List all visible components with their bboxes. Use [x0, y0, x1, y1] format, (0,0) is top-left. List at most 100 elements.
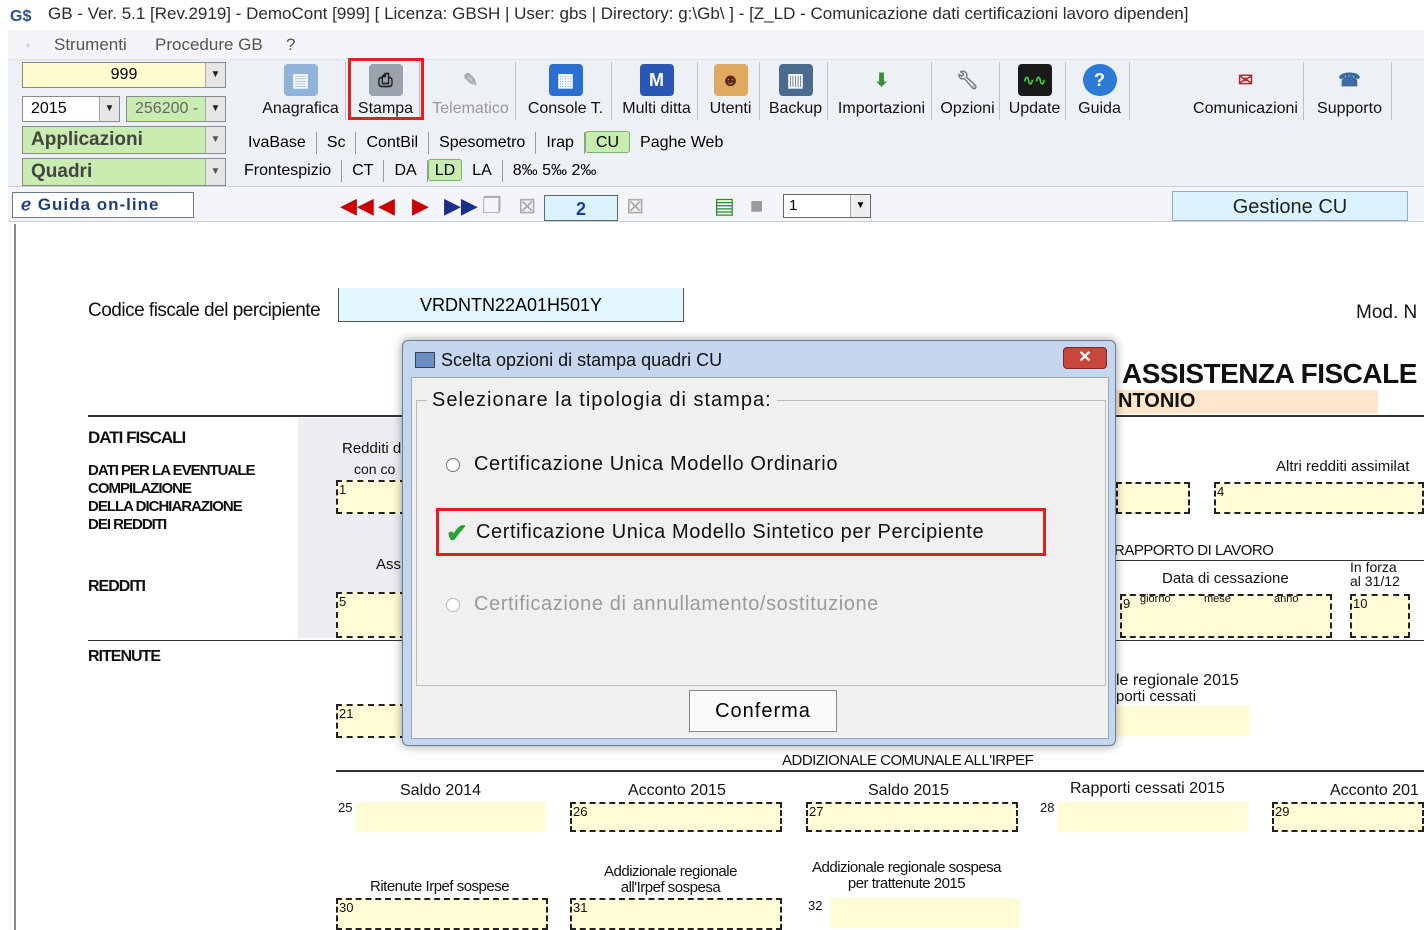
console-label: Console T. [527, 100, 604, 117]
last-page-icon[interactable]: ▶▶ [444, 195, 478, 217]
tab-irap[interactable]: Irap [536, 132, 585, 154]
menu-bar: ◦ Strumenti Procedure GB ? [8, 30, 1424, 60]
tab-per-mille[interactable]: 8‰ 5‰ 2‰ [503, 160, 607, 182]
console-button[interactable]: ▦ Console T. [520, 62, 612, 120]
close-icon[interactable]: ✕ [1063, 347, 1107, 369]
dialog-title-text: Scelta opzioni di stampa quadri CU [441, 350, 723, 370]
tab-sc[interactable]: Sc [317, 132, 357, 154]
field-32-number: 32 [808, 898, 823, 913]
anno-label: anno [1274, 593, 1299, 605]
altri-redditi-label: Altri redditi assimilat [1276, 458, 1410, 475]
field-1[interactable] [336, 480, 406, 514]
quadri-select[interactable]: Quadri ▼ [22, 158, 226, 186]
telematico-button[interactable]: ✎ Telematico [426, 62, 516, 120]
tab-cu[interactable]: CU [584, 131, 631, 153]
option-sintetico[interactable]: ✔ Certificazione Unica Modello Sintetico … [446, 520, 984, 546]
tab-paghe-web[interactable]: Paghe Web [630, 132, 733, 154]
title-bar: G$ GB - Ver. 5.1 [Rev.2919] - DemoCont [… [0, 0, 1424, 30]
opzioni-button[interactable]: 🔧︎ Opzioni [936, 62, 1000, 120]
chevron-down-icon[interactable]: ▼ [205, 127, 225, 153]
field-26[interactable] [570, 802, 782, 832]
backup-button[interactable]: ▥ Backup [764, 62, 828, 120]
field-27[interactable] [806, 802, 1018, 832]
field-30[interactable] [336, 898, 548, 930]
field-29[interactable] [1272, 802, 1424, 832]
system-menu-icon[interactable]: ◦ [26, 30, 30, 60]
previous-page-icon[interactable]: ◀ [378, 195, 395, 217]
menu-procedure-gb[interactable]: Procedure GB [155, 30, 263, 60]
chevron-down-icon[interactable]: ▼ [99, 97, 119, 121]
stop-icon[interactable]: ■ [750, 195, 763, 217]
field-32[interactable] [830, 898, 1020, 928]
name-label: NTONIO [1118, 390, 1196, 412]
tab-ld[interactable]: LD [427, 159, 463, 181]
field-4[interactable] [1214, 482, 1424, 514]
field-9-number: 9 [1123, 596, 1131, 611]
comunicazioni-button[interactable]: ✉ Comunicazioni [1188, 62, 1304, 120]
giorno-label: giorno [1140, 593, 1171, 605]
field-5[interactable] [336, 592, 406, 638]
tab-la[interactable]: LA [462, 160, 503, 182]
option-ordinario[interactable]: Certificazione Unica Modello Ordinario [446, 452, 838, 476]
chevron-down-icon[interactable]: ▼ [205, 97, 225, 121]
update-icon: ∿∿ [1017, 64, 1052, 96]
field-31-number: 31 [573, 900, 588, 915]
page-number-field[interactable]: 2 [544, 195, 618, 221]
field-28[interactable] [1058, 802, 1248, 832]
menu-strumenti[interactable]: Strumenti [54, 30, 127, 60]
field-4-number: 4 [1217, 484, 1225, 499]
rapporto-label: RAPPORTO DI LAVORO [1114, 542, 1274, 559]
saldo-2014-label: Saldo 2014 [400, 782, 481, 799]
field-31[interactable] [570, 898, 782, 930]
option-annullamento[interactable]: Certificazione di annullamento/sostituzi… [446, 592, 879, 616]
guida-button[interactable]: ? Guida [1070, 62, 1130, 120]
radio-annullamento[interactable] [446, 597, 460, 612]
first-page-icon[interactable]: ◀◀ [340, 195, 374, 217]
new-page-icon[interactable]: ❐ [482, 195, 502, 217]
tab-contbil[interactable]: ContBil [356, 132, 430, 154]
tab-da[interactable]: DA [384, 160, 428, 182]
addizionale-comunale-label: ADDIZIONALE COMUNALE ALL'IRPEF [782, 752, 1034, 769]
cf-field[interactable]: VRDNTN22A01H501Y [338, 288, 684, 322]
add-reg-trattenute-label: Addizionale regionale sospesa per tratte… [812, 859, 1001, 892]
ass-label: Ass [376, 556, 402, 573]
tab-frontespizio[interactable]: Frontespizio [234, 160, 343, 182]
field-25[interactable] [356, 802, 546, 832]
checkmark-icon[interactable]: ✔ [446, 520, 476, 546]
year-select[interactable]: 2015 ▼ [22, 96, 120, 122]
importazioni-button[interactable]: ⬇ Importazioni [832, 62, 932, 120]
radio-ordinario[interactable] [446, 457, 460, 472]
clear-page-icon[interactable]: ⊠ [626, 195, 644, 217]
add-sheet-icon[interactable]: ▤ [714, 195, 735, 217]
field-30-number: 30 [339, 900, 354, 915]
data-cessazione-label: Data di cessazione [1162, 570, 1289, 587]
tab-spesometro[interactable]: Spesometro [429, 132, 537, 154]
conferma-button[interactable]: Conferma [689, 690, 837, 732]
tab-ivabase[interactable]: IvaBase [238, 132, 317, 154]
applicazioni-select[interactable]: Applicazioni ▼ [22, 126, 226, 154]
multi-ditta-button[interactable]: M Multi ditta [616, 62, 698, 120]
delete-page-icon[interactable]: ⊠ [518, 195, 536, 217]
telematic-icon: ✎ [462, 70, 479, 90]
account-select[interactable]: 256200 - ▼ [126, 96, 226, 122]
guida-online-button[interactable]: ℯ Guida on-line [12, 192, 194, 218]
next-page-icon[interactable]: ▶ [412, 195, 429, 217]
backup-label: Backup [768, 100, 823, 117]
gestione-cu-button[interactable]: Gestione CU [1172, 191, 1408, 221]
update-button[interactable]: ∿∿ Update [1004, 62, 1066, 120]
anagrafica-button[interactable]: ▤ Anagrafica [256, 62, 346, 120]
field-regionale[interactable] [1116, 706, 1250, 736]
field-3[interactable] [1116, 482, 1190, 514]
chevron-down-icon[interactable]: ▼ [205, 159, 225, 185]
chevron-down-icon[interactable]: ▼ [850, 195, 870, 217]
tab-ct[interactable]: CT [342, 160, 385, 182]
stampa-highlight-box [348, 58, 424, 120]
utenti-button[interactable]: ☻ Utenti [702, 62, 760, 120]
module-select[interactable]: 1 ▼ [783, 194, 871, 218]
backup-icon: ▥ [778, 64, 813, 96]
menu-help[interactable]: ? [286, 30, 295, 60]
opzioni-label: Opzioni [940, 100, 995, 117]
supporto-button[interactable]: ☎ Supporto [1308, 62, 1392, 120]
chevron-down-icon[interactable]: ▼ [205, 63, 225, 87]
company-code-select[interactable]: 999 ▼ [22, 62, 226, 88]
